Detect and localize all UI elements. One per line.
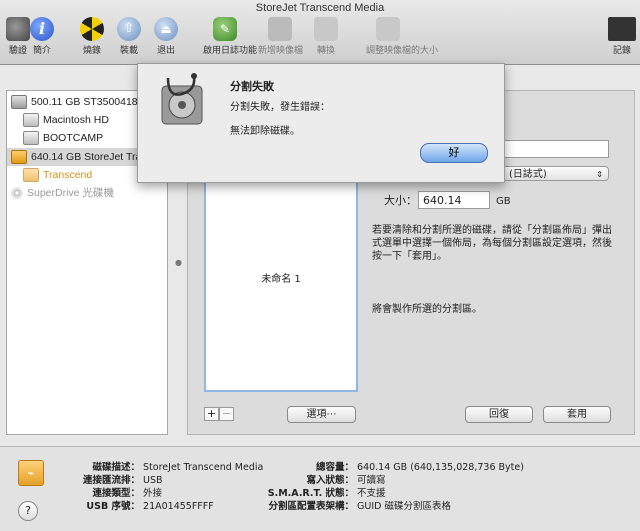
info-row: S.M.A.R.T. 狀態： 不支援 <box>262 485 386 499</box>
enable-journal-label: 啟用日誌功能 <box>203 46 258 56</box>
info-key: 分割區配置表架構： <box>268 501 354 512</box>
apply-button[interactable]: 套用 <box>543 406 611 423</box>
options-button[interactable]: 選項⋯ <box>287 406 356 423</box>
partition-layout-view[interactable]: 未命名 1 <box>204 160 358 392</box>
info-row: 連接類型： 外接 <box>60 485 162 499</box>
resize-image-label: 調整映像檔的大小 <box>366 46 439 56</box>
convert-label: 轉換 <box>316 46 335 56</box>
info-row: 磁碟描述： StoreJet Transcend Media <box>60 459 263 473</box>
instructions-text: 若要清除和分割所選的磁碟，請從「分割區佈局」彈出式選單中選擇一個佈局，為每個分割… <box>372 225 612 262</box>
sidebar-item-superdrive[interactable]: SuperDrive 光碟機 <box>7 184 169 202</box>
dialog-message: 分割失敗，發生錯誤： <box>230 102 330 113</box>
resize-image-icon <box>376 17 400 41</box>
info-row: 總容量： 640.14 GB (640,135,028,736 Byte) <box>262 459 524 473</box>
optical-drive-icon <box>11 187 23 200</box>
status-text: 將會製作所選的分割區。 <box>372 304 482 315</box>
dialog-detail: 無法卸除磁碟。 <box>230 126 300 137</box>
volume-icon <box>23 131 39 146</box>
log-label: 記錄 <box>612 46 631 56</box>
disk-utility-stethoscope-icon <box>161 73 203 125</box>
info-key: 總容量： <box>315 462 354 473</box>
toolbar: StoreJet Transcend Media 驗證 i 簡介 燒錄 ⇧ 裝載… <box>0 0 640 65</box>
info-key: 連接類型： <box>92 488 140 499</box>
splitter-handle[interactable]: ● <box>175 258 182 267</box>
window-title: StoreJet Transcend Media <box>255 2 385 14</box>
enable-journal-button[interactable]: ✎ 啟用日誌功能 <box>203 17 258 56</box>
info-label: 簡介 <box>32 46 51 56</box>
mount-icon: ⇧ <box>117 17 141 41</box>
sidebar-item-label: BOOTCAMP <box>43 132 104 144</box>
journal-icon: ✎ <box>213 17 237 41</box>
size-label: 大小： <box>384 194 417 207</box>
ok-button[interactable]: 好 <box>420 143 488 163</box>
updown-arrows-icon: ⇕ <box>596 170 603 179</box>
new-image-icon <box>268 17 292 41</box>
info-key: USB 序號： <box>86 501 140 512</box>
info-icon: i <box>30 17 54 41</box>
burn-radiation-icon <box>80 17 104 41</box>
size-field[interactable]: 640.14 <box>418 191 490 209</box>
info-key: 連接匯流排： <box>82 475 140 486</box>
dialog-title: 分割失敗 <box>230 80 274 93</box>
new-image-button[interactable]: 新增映像檔 <box>258 17 304 56</box>
info-key: 寫入狀態： <box>306 475 354 486</box>
info-key: S.M.A.R.T. 狀態： <box>267 488 354 499</box>
sidebar-item-label: 500.11 GB ST3500418AS <box>31 96 152 108</box>
hard-disk-icon <box>11 95 27 110</box>
sidebar-item-label: Transcend <box>43 169 93 181</box>
sidebar-item-label: SuperDrive 光碟機 <box>27 187 114 199</box>
eject-label: 退出 <box>156 46 175 56</box>
info-row: 寫入狀態： 可讀寫 <box>262 472 385 486</box>
usb-disk-icon: ⌁ <box>18 460 44 486</box>
log-button[interactable]: 記錄 <box>600 17 640 56</box>
remove-partition-button[interactable]: − <box>219 407 234 421</box>
disk-utility-window: StoreJet Transcend Media 驗證 i 簡介 燒錄 ⇧ 裝載… <box>0 0 640 531</box>
size-unit: GB <box>496 196 511 207</box>
sidebar-item-label: Macintosh HD <box>43 114 109 126</box>
help-button[interactable]: ? <box>18 501 38 521</box>
info-button[interactable]: i 簡介 <box>20 17 64 56</box>
convert-icon <box>314 17 338 41</box>
info-row: 分割區配置表架構： GUID 磁碟分割區表格 <box>262 498 451 512</box>
format-select-value: (日誌式) <box>509 169 547 180</box>
external-disk-icon <box>11 150 27 165</box>
eject-icon: ⏏ <box>154 17 178 41</box>
log-console-icon <box>608 17 636 41</box>
info-value: 21A01455FFFF <box>143 501 214 512</box>
partition-failed-dialog: 分割失敗 分割失敗，發生錯誤： 無法卸除磁碟。 好 <box>137 63 505 183</box>
add-partition-button[interactable]: + <box>204 407 219 421</box>
partition-name-label: 未命名 1 <box>261 274 301 285</box>
info-value: GUID 磁碟分割區表格 <box>357 501 451 512</box>
eject-button[interactable]: ⏏ 退出 <box>144 17 188 56</box>
volume-icon <box>23 113 39 128</box>
resize-image-button[interactable]: 調整映像檔的大小 <box>366 17 439 56</box>
revert-button[interactable]: 回復 <box>465 406 533 423</box>
new-image-label: 新增映像檔 <box>258 46 304 56</box>
volume-icon <box>23 168 39 183</box>
convert-button[interactable]: 轉換 <box>304 17 348 56</box>
info-row: USB 序號： 21A01455FFFF <box>60 498 214 512</box>
info-row: 連接匯流排： USB <box>60 472 163 486</box>
info-key: 磁碟描述： <box>92 462 140 473</box>
